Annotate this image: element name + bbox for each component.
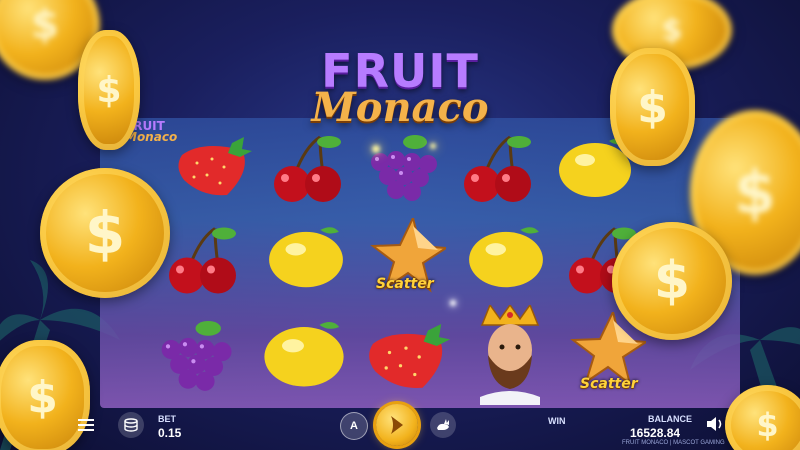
game-stage: FRUIT Monaco FRUIT Monaco Scatter Scatte…	[0, 0, 800, 450]
sparkle-decoration	[372, 145, 380, 153]
cherry-symbol	[169, 227, 236, 294]
strawberry-symbol	[178, 137, 252, 196]
autoplay-button[interactable]: A	[340, 412, 368, 440]
coin-decoration: $	[610, 48, 695, 166]
king-symbol	[480, 305, 540, 405]
lemon-symbol	[469, 227, 543, 288]
win-label: WIN	[548, 416, 566, 426]
balance-label: BALANCE	[648, 414, 692, 424]
bet-label: BET	[158, 414, 176, 424]
strawberry-symbol	[369, 323, 450, 388]
menu-icon[interactable]	[78, 419, 94, 431]
spin-button[interactable]	[376, 404, 418, 446]
cherry-symbol	[274, 135, 341, 202]
autoplay-icon: A	[350, 420, 358, 432]
cherry-symbol	[464, 135, 531, 202]
coin-decoration: $	[40, 168, 170, 298]
balance-value: 16528.84	[630, 426, 681, 440]
turbo-button[interactable]	[430, 412, 456, 438]
grapes-symbol	[161, 320, 232, 391]
coin-decoration: $	[612, 222, 732, 340]
spin-icon	[391, 416, 403, 434]
bet-button[interactable]	[118, 412, 144, 438]
lemon-symbol	[264, 322, 344, 387]
scatter-label: Scatter	[580, 376, 638, 392]
footer-note: FRUIT MONACO | MASCOT GAMING	[622, 440, 725, 446]
scatter-label: Scatter	[376, 276, 434, 292]
turbo-rabbit-icon	[437, 419, 449, 430]
coins-stack-icon	[124, 418, 138, 432]
sparkle-decoration	[430, 143, 436, 149]
lemon-symbol	[269, 227, 343, 288]
sparkle-decoration	[450, 300, 456, 306]
mini-logo-monaco: Monaco	[125, 130, 178, 144]
coin-decoration: $	[78, 30, 140, 150]
sound-icon[interactable]	[706, 416, 724, 432]
bet-value: 0.15	[158, 426, 182, 440]
